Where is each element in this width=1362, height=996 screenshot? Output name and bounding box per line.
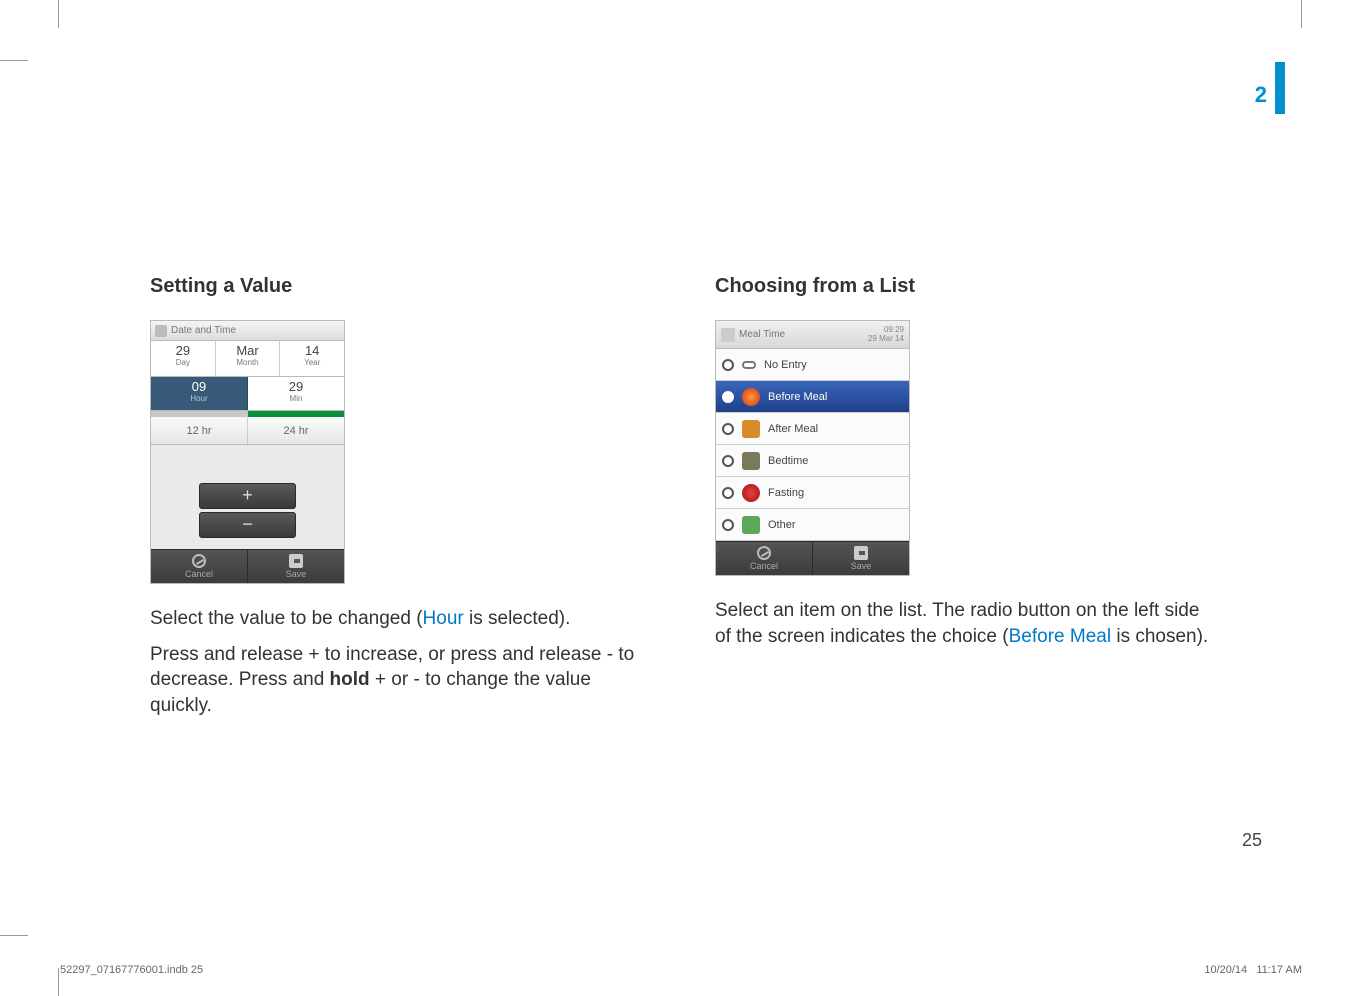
other-icon bbox=[742, 516, 760, 534]
increase-button[interactable]: + bbox=[199, 483, 296, 509]
minute-label: Min bbox=[248, 394, 344, 403]
month-cell[interactable]: Mar Month bbox=[216, 341, 281, 376]
cancel-icon bbox=[757, 546, 771, 560]
left-column: Setting a Value Date and Time 29 Day Mar… bbox=[150, 275, 645, 729]
content-area: Setting a Value Date and Time 29 Day Mar… bbox=[150, 275, 1210, 729]
save-icon bbox=[854, 546, 868, 560]
minute-value: 29 bbox=[248, 379, 344, 394]
format-12hr[interactable]: 12 hr bbox=[151, 417, 248, 444]
crop-mark bbox=[1301, 0, 1302, 28]
day-cell[interactable]: 29 Day bbox=[151, 341, 216, 376]
no-entry-icon bbox=[742, 361, 756, 369]
highlight-hour: Hour bbox=[423, 608, 464, 629]
save-label: Save bbox=[286, 569, 307, 579]
print-time: 11:17 AM bbox=[1256, 964, 1302, 976]
minute-cell[interactable]: 29 Min bbox=[248, 377, 344, 410]
day-value: 29 bbox=[151, 343, 215, 358]
print-filename: 52297_07167776001.indb 25 bbox=[60, 964, 203, 976]
hour-cell-selected[interactable]: 09 Hour bbox=[151, 377, 248, 410]
radio-icon bbox=[722, 519, 734, 531]
list-item-no-entry[interactable]: No Entry bbox=[716, 349, 909, 381]
item-label: After Meal bbox=[768, 423, 818, 435]
screen-titlebar: Date and Time bbox=[151, 321, 344, 341]
hour-value: 09 bbox=[151, 379, 247, 394]
decrease-button[interactable]: − bbox=[199, 512, 296, 538]
format-toggle: 12 hr 24 hr bbox=[151, 417, 344, 445]
title-icon bbox=[155, 325, 167, 337]
heading-setting-value: Setting a Value bbox=[150, 275, 645, 298]
fasting-icon bbox=[742, 484, 760, 502]
text: is chosen). bbox=[1111, 626, 1208, 647]
print-footer: 52297_07167776001.indb 25 10/20/14 11:17… bbox=[60, 964, 1302, 976]
apple-icon bbox=[742, 388, 760, 406]
text: Select the value to be changed ( bbox=[150, 608, 423, 629]
screen-title: Date and Time bbox=[171, 325, 236, 336]
chapter-tab bbox=[1275, 62, 1285, 114]
screenshot-meal-time: Meal Time 09:29 29 Mar 14 No Entry Befor… bbox=[715, 320, 910, 576]
save-button[interactable]: Save bbox=[813, 542, 909, 575]
stepper-buttons: + − bbox=[151, 483, 344, 549]
hour-label: Hour bbox=[151, 394, 247, 403]
save-button[interactable]: Save bbox=[248, 550, 344, 583]
after-meal-icon bbox=[742, 420, 760, 438]
year-value: 14 bbox=[280, 343, 344, 358]
screen-titlebar: Meal Time 09:29 29 Mar 14 bbox=[716, 321, 909, 349]
clock-readout: 09:29 29 Mar 14 bbox=[868, 326, 904, 344]
item-label: Other bbox=[768, 519, 796, 531]
screen-title: Meal Time bbox=[739, 329, 785, 340]
screen-footer: Cancel Save bbox=[151, 549, 344, 583]
format-24hr[interactable]: 24 hr bbox=[248, 417, 344, 444]
radio-icon bbox=[722, 423, 734, 435]
cancel-label: Cancel bbox=[185, 569, 213, 579]
left-para-1: Select the value to be changed (Hour is … bbox=[150, 606, 645, 632]
bold-hold: hold bbox=[330, 669, 370, 690]
screenshot-date-time: Date and Time 29 Day Mar Month 14 Year bbox=[150, 320, 345, 584]
month-value: Mar bbox=[216, 343, 280, 358]
chapter-number: 2 bbox=[1255, 82, 1267, 108]
radio-icon bbox=[722, 359, 734, 371]
year-label: Year bbox=[280, 358, 344, 367]
list-item-before-meal[interactable]: Before Meal bbox=[716, 381, 909, 413]
crop-mark bbox=[0, 60, 28, 61]
day-label: Day bbox=[151, 358, 215, 367]
heading-choosing-list: Choosing from a List bbox=[715, 275, 1210, 298]
year-cell[interactable]: 14 Year bbox=[280, 341, 344, 376]
crop-mark bbox=[58, 968, 59, 996]
date-row: 29 Day Mar Month 14 Year bbox=[151, 341, 344, 377]
radio-icon bbox=[722, 455, 734, 467]
month-label: Month bbox=[216, 358, 280, 367]
radio-icon-selected bbox=[722, 391, 734, 403]
item-label: Bedtime bbox=[768, 455, 808, 467]
screen-footer: Cancel Save bbox=[716, 541, 909, 575]
print-date: 10/20/14 bbox=[1204, 964, 1247, 976]
time-row: 09 Hour 29 Min bbox=[151, 377, 344, 411]
save-icon bbox=[289, 554, 303, 568]
right-para-1: Select an item on the list. The radio bu… bbox=[715, 598, 1210, 649]
crop-mark bbox=[0, 935, 28, 936]
left-para-2: Press and release + to increase, or pres… bbox=[150, 642, 645, 719]
item-label: Before Meal bbox=[768, 391, 827, 403]
cancel-label: Cancel bbox=[750, 561, 778, 571]
title-icon bbox=[721, 328, 735, 342]
page-number: 25 bbox=[1242, 830, 1262, 851]
cancel-icon bbox=[192, 554, 206, 568]
crop-mark bbox=[58, 0, 59, 28]
clock-date: 29 Mar 14 bbox=[868, 335, 904, 344]
list-item-bedtime[interactable]: Bedtime bbox=[716, 445, 909, 477]
radio-icon bbox=[722, 487, 734, 499]
list-item-after-meal[interactable]: After Meal bbox=[716, 413, 909, 445]
right-column: Choosing from a List Meal Time 09:29 29 … bbox=[715, 275, 1210, 729]
list-item-other[interactable]: Other bbox=[716, 509, 909, 541]
cancel-button[interactable]: Cancel bbox=[716, 542, 813, 575]
item-label: Fasting bbox=[768, 487, 804, 499]
list-item-fasting[interactable]: Fasting bbox=[716, 477, 909, 509]
cancel-button[interactable]: Cancel bbox=[151, 550, 248, 583]
bedtime-icon bbox=[742, 452, 760, 470]
highlight-before-meal: Before Meal bbox=[1009, 626, 1111, 647]
item-label: No Entry bbox=[764, 359, 807, 371]
spacer bbox=[151, 445, 344, 483]
text: is selected). bbox=[464, 608, 571, 629]
save-label: Save bbox=[851, 561, 872, 571]
print-datetime: 10/20/14 11:17 AM bbox=[1204, 964, 1302, 976]
